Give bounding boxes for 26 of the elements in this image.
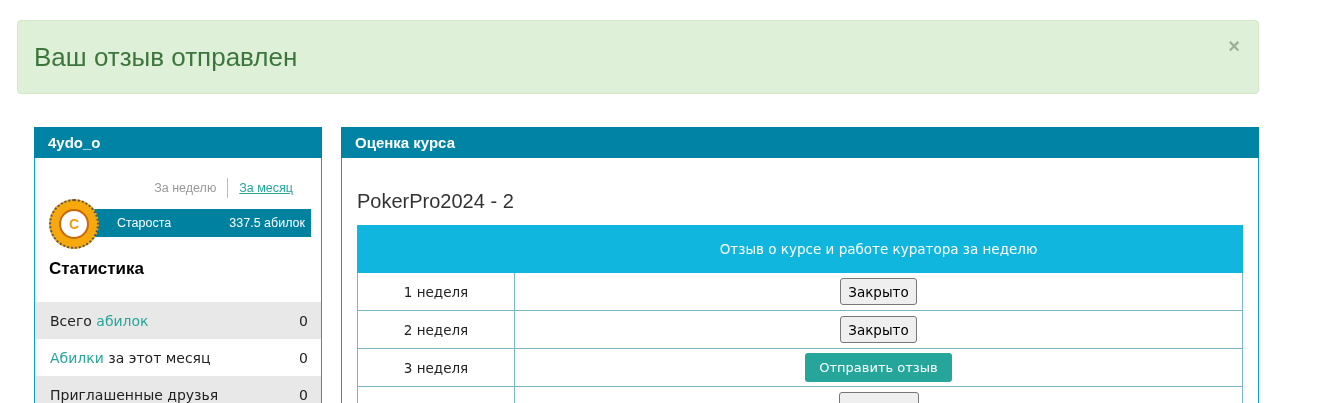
stat-label: Приглашенные друзья bbox=[50, 386, 219, 403]
rank-points: 337.5 абилок bbox=[229, 216, 305, 230]
table-cell: 1 неделя bbox=[357, 272, 515, 311]
chip-badge: С bbox=[49, 199, 99, 249]
period-link[interactable]: За неделю bbox=[154, 181, 217, 195]
send-review-button[interactable]: Отправить отзыв bbox=[805, 353, 952, 382]
stat-value: 0 bbox=[299, 312, 308, 329]
panel-header: 4ydo_o bbox=[34, 127, 322, 158]
stat-link[interactable]: абилок bbox=[96, 312, 149, 329]
stat-link[interactable]: Абилки bbox=[50, 349, 104, 366]
period-link[interactable]: За месяц bbox=[239, 181, 293, 195]
close-button[interactable]: × bbox=[1226, 35, 1242, 58]
panel-header: Оценка курса bbox=[341, 127, 1259, 158]
stat-value: 0 bbox=[299, 349, 308, 366]
header-cell: Отзыв о курсе и работе куратора за неделю bbox=[514, 225, 1243, 273]
stat-label: Всего bbox=[50, 312, 93, 329]
alert-message: Ваш отзыв отправлен bbox=[34, 41, 298, 73]
stat-label: за этот месяц bbox=[107, 349, 211, 366]
course-name: PokerPro2024 - 2 bbox=[356, 189, 515, 214]
stat-value: 0 bbox=[299, 386, 308, 403]
rank-name: Староста bbox=[117, 216, 172, 230]
table-cell: 2 неделя bbox=[357, 310, 515, 349]
closed-button[interactable]: Закрыто bbox=[840, 316, 917, 343]
stats-title: Статистика bbox=[48, 259, 146, 280]
closed-button[interactable]: Закрыто bbox=[840, 278, 917, 305]
table-cell: 3 неделя bbox=[357, 348, 515, 387]
